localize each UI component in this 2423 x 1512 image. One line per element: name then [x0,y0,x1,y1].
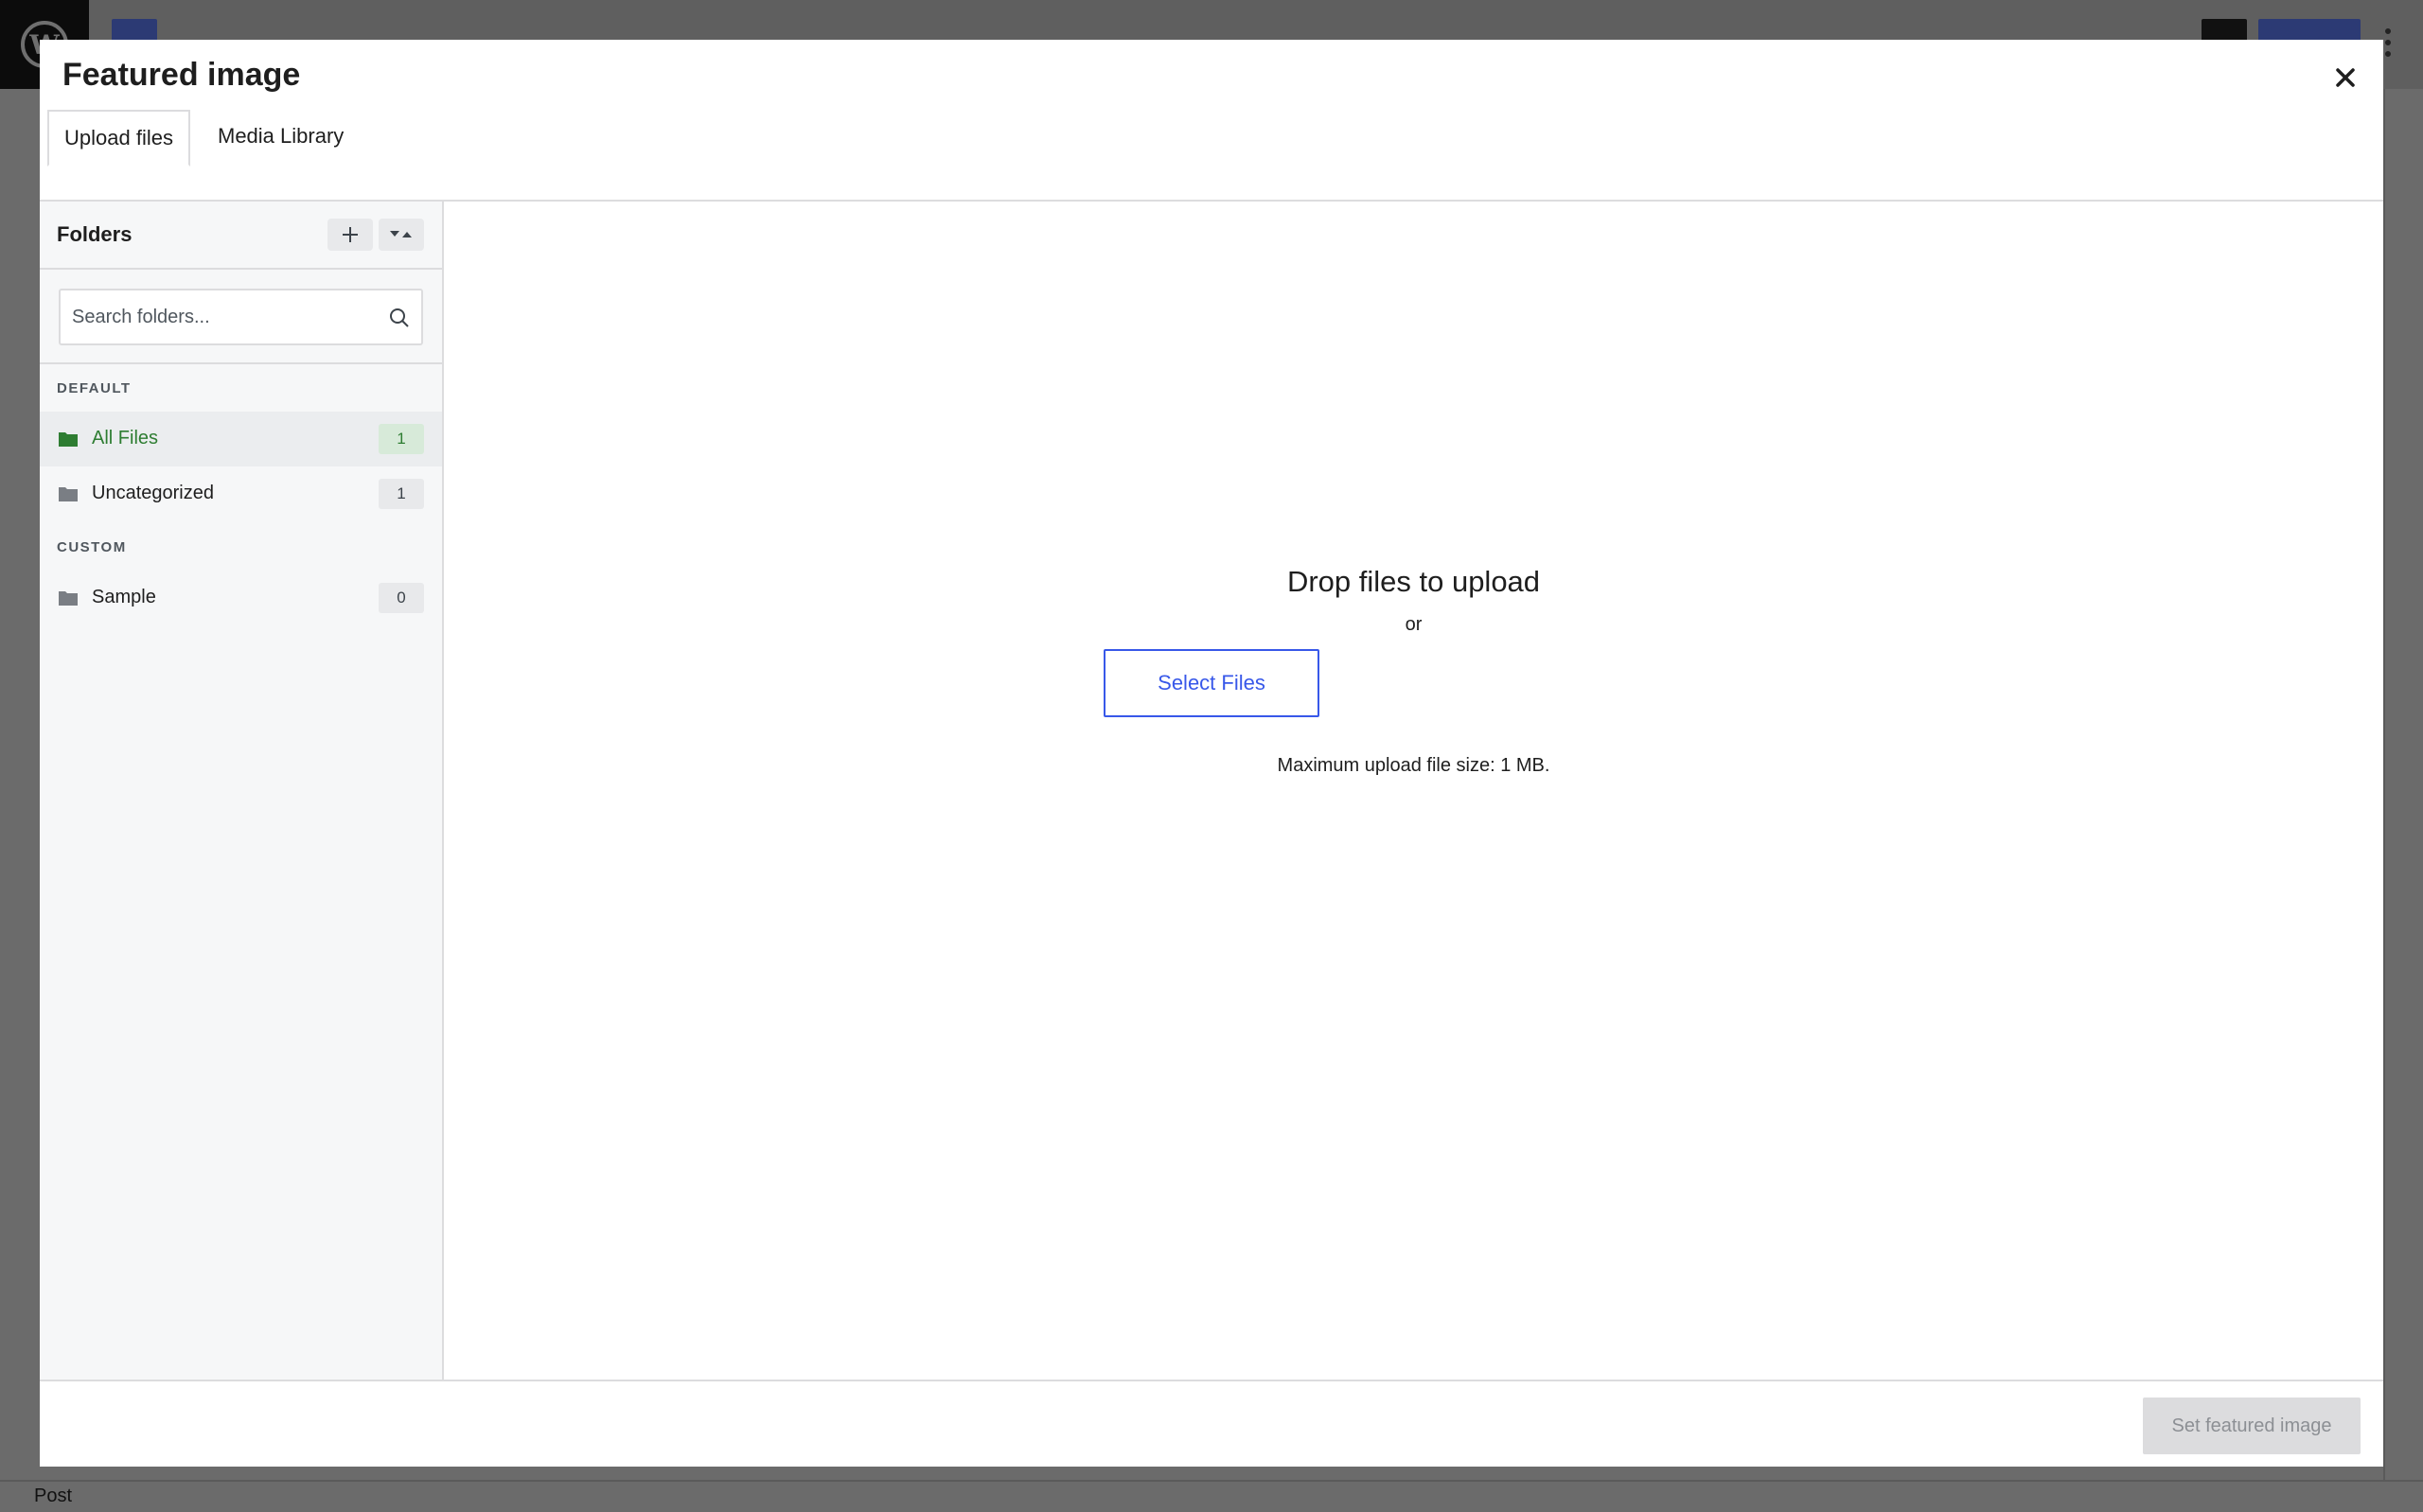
breadcrumb-post: Post [34,1486,73,1506]
folder-name: All Files [92,428,159,448]
modal-footer: Set featured image [40,1380,2383,1467]
folder-search-box [59,289,423,345]
close-button[interactable] [2326,59,2364,97]
folder-count: 0 [379,583,424,613]
plus-icon [343,227,358,242]
select-files-button[interactable]: Select Files [1104,649,1319,717]
folder-icon [59,487,78,501]
sort-folders-button[interactable] [379,219,424,251]
folders-sidebar: Folders DEFAULT All Files 1 Uncategorize… [40,202,444,1380]
folder-icon [59,591,78,606]
folder-name: Uncategorized [92,483,214,503]
close-icon [2336,68,2355,87]
featured-image-modal: Featured image Upload files Media Librar… [40,40,2383,1467]
folder-name: Sample [92,587,156,607]
section-label-custom: CUSTOM [57,539,127,555]
folder-count: 1 [379,479,424,509]
folder-search-input[interactable] [72,302,375,332]
folder-icon [59,432,78,447]
add-folder-button[interactable] [327,219,373,251]
sort-icon [390,231,412,237]
max-upload-size-text: Maximum upload file size: 1 MB. [1277,755,1550,776]
tab-upload-files[interactable]: Upload files [47,110,190,167]
modal-title: Featured image [62,57,301,93]
folders-title: Folders [57,222,133,246]
set-featured-image-button[interactable]: Set featured image [2143,1398,2361,1454]
editor-footer: Post [0,1480,2423,1512]
folder-item-all-files[interactable]: All Files 1 [40,412,442,466]
drop-files-heading: Drop files to upload [1286,565,1541,598]
folder-count: 1 [379,424,424,454]
modal-tabs: Upload files Media Library [40,110,2383,202]
search-icon[interactable] [389,308,410,328]
folders-header: Folders [40,202,442,270]
section-label-default: DEFAULT [57,380,132,396]
folder-item-sample[interactable]: Sample 0 [40,571,442,625]
options-icon [2385,28,2391,57]
editor-sidebar [2383,89,2423,1480]
tab-media-library[interactable]: Media Library [203,110,359,163]
folder-item-uncategorized[interactable]: Uncategorized 1 [40,466,442,521]
drop-or-text: or [1405,614,1423,635]
folder-search-area [40,270,442,364]
